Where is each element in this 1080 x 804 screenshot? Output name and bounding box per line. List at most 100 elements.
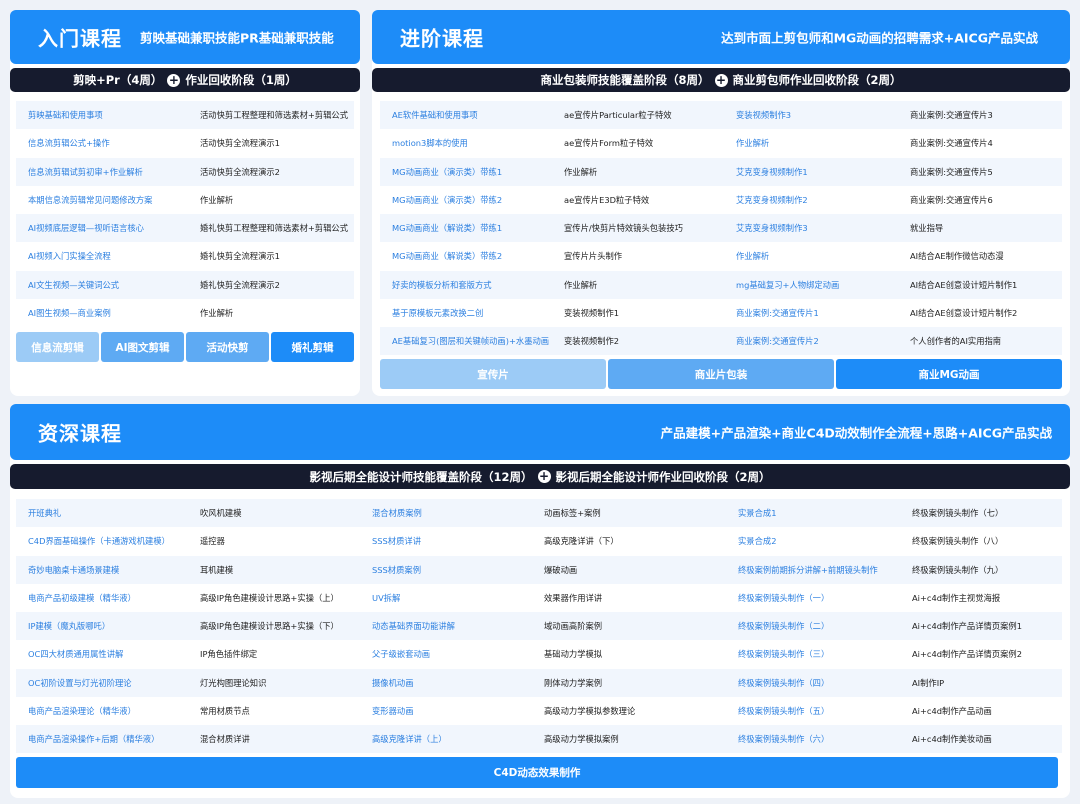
table-row: AE基础复习(图层和关键帧动画)+水墨动画 变装视频制作2 商业案例:交通宣传片2 个… xyxy=(380,327,1062,356)
course-link[interactable]: 终极案例镜头制作（六） xyxy=(726,733,900,745)
course-link[interactable]: 终极案例镜头制作（四） xyxy=(726,677,900,689)
course-item: 基础动力学模拟 xyxy=(544,649,603,660)
course-item: 婚礼快剪工程整理和筛选素材+剪辑公式 xyxy=(200,223,349,234)
table-row: AI图生视频—商业案例 作业解析 xyxy=(16,298,354,327)
course-link[interactable]: 艾克变身视频制作3 xyxy=(724,222,898,234)
course-link[interactable]: 信息流剪辑公式+操作 xyxy=(16,137,188,149)
course-item: 作业解析 xyxy=(564,166,598,177)
course-link[interactable]: 终极案例镜头制作（三） xyxy=(726,648,900,660)
course-link[interactable]: 艾克变身视频制作1 xyxy=(724,166,898,178)
course-item: AI结合AE创意设计短片制作1 xyxy=(910,279,1018,290)
course-link[interactable]: 商业案例:交通宣传片1 xyxy=(724,307,898,319)
senior-stage-b: 影视后期全能设计师作业回收阶段（2周） xyxy=(555,469,771,484)
course-link[interactable]: IP建模（魔丸版哪吒） xyxy=(16,620,188,632)
course-link[interactable]: 好卖的模板分析和套版方式 xyxy=(380,279,552,291)
course-link[interactable]: 商业案例:交通宣传片2 xyxy=(724,335,898,347)
course-item: 高级IP角色建模设计思路+实操（上） xyxy=(200,592,339,603)
course-link[interactable]: 终极案例镜头制作（五） xyxy=(726,705,900,717)
course-item: 终极案例镜头制作（八） xyxy=(912,536,1004,547)
course-link[interactable]: AI图生视频—商业案例 xyxy=(16,307,188,319)
course-link[interactable]: C4D界面基础操作（卡通游戏机建模） xyxy=(16,535,188,547)
plus-icon: + xyxy=(714,72,728,87)
plus-icon: + xyxy=(167,72,181,87)
advanced-category-button[interactable]: 商业MG动画 xyxy=(836,359,1062,389)
course-link[interactable]: 摄像机动画 xyxy=(360,677,532,689)
course-link[interactable]: 作业解析 xyxy=(724,137,898,149)
course-link[interactable]: 开班典礼 xyxy=(16,507,188,519)
course-item: IP角色插件绑定 xyxy=(200,649,258,660)
course-item: ae宣传片E3D粒子特效 xyxy=(564,194,650,205)
course-link[interactable]: MG动画商业（演示类）带练2 xyxy=(380,194,552,206)
course-link[interactable]: 艾克变身视频制作2 xyxy=(724,194,898,206)
course-link[interactable]: 本期信息流剪辑常见问题修改方案 xyxy=(16,194,188,206)
course-link[interactable]: 动态基础界面功能讲解 xyxy=(360,620,532,632)
course-link[interactable]: MG动画商业（解说类）带练1 xyxy=(380,222,552,234)
course-item: 高级IP角色建模设计思路+实操（下） xyxy=(200,621,339,632)
course-link[interactable]: OC四大材质通用属性讲解 xyxy=(16,648,188,660)
course-item: 作业解析 xyxy=(200,194,234,205)
course-item: 常用材质节点 xyxy=(200,705,250,716)
intro-stage-a: 剪映+Pr（4周） xyxy=(73,73,163,87)
course-link[interactable]: MG动画商业（解说类）带练2 xyxy=(380,250,552,262)
course-link[interactable]: MG动画商业（演示类）带练1 xyxy=(380,166,552,178)
course-link[interactable]: 电商产品渲染操作+后期（精华液） xyxy=(16,733,188,745)
table-row: motion3脚本的使用 ae宣传片Form粒子特效 作业解析 商业案例:交通宣传片4 xyxy=(380,129,1062,158)
table-row: AE软件基础和使用事项 ae宣传片Particular粒子特效 变装视频制作3 商业案… xyxy=(380,101,1062,130)
senior-category-button[interactable]: C4D动态效果制作 xyxy=(16,757,1058,788)
course-link[interactable]: OC初阶设置与灯光初阶理论 xyxy=(16,677,188,689)
course-link[interactable]: AI文生视频—关键词公式 xyxy=(16,279,188,291)
course-link[interactable]: 实景合成2 xyxy=(726,535,900,547)
course-link[interactable]: 电商产品初级建模（精华液） xyxy=(16,592,188,604)
course-item: 效果器作用详讲 xyxy=(544,592,603,603)
intro-header: 入门课程 剪映基础兼职技能PR基础兼职技能 xyxy=(10,10,360,64)
course-link[interactable]: 高级克隆详讲（上） xyxy=(360,733,532,745)
course-link[interactable]: 奇妙电脑桌卡通场景建模 xyxy=(16,564,188,576)
course-link[interactable]: UV拆解 xyxy=(360,592,532,604)
course-link[interactable]: 实景合成1 xyxy=(726,507,900,519)
course-link[interactable]: 剪映基础和使用事项 xyxy=(16,109,188,121)
intro-category-button[interactable]: 信息流剪辑 xyxy=(16,332,99,362)
advanced-category-button[interactable]: 商业片包装 xyxy=(608,359,834,389)
course-item: AI结合AE制作微信动态漫 xyxy=(910,251,1004,262)
course-link[interactable]: SSS材质案例 xyxy=(360,564,532,576)
table-row: 基于原模板元素改换二创 变装视频制作1 商业案例:交通宣传片1 AI结合AE创意设计短… xyxy=(380,298,1062,327)
course-link[interactable]: AE软件基础和使用事项 xyxy=(380,109,552,121)
course-link[interactable]: 基于原模板元素改换二创 xyxy=(380,307,552,319)
course-link[interactable]: 混合材质案例 xyxy=(360,507,532,519)
table-row: 好卖的模板分析和套版方式 作业解析 mg基础复习+人物绑定动画 AI结合AE创意设计短… xyxy=(380,270,1062,299)
table-row: MG动画商业（解说类）带练2 宣传片片头制作 作业解析 AI结合AE制作微信动态漫 xyxy=(380,242,1062,271)
senior-header: 资深课程 产品建模+产品渲染+商业C4D动效制作全流程+思路+AICG产品实战 xyxy=(10,404,1070,460)
course-link[interactable]: 父子级嵌套动画 xyxy=(360,648,532,660)
intro-category-button[interactable]: AI图文剪辑 xyxy=(101,332,184,362)
table-row: MG动画商业（演示类）带练1 作业解析 艾克变身视频制作1 商业案例:交通宣传片5 xyxy=(380,157,1062,186)
senior-title: 资深课程 xyxy=(38,421,122,446)
course-link[interactable]: 终极案例镜头制作（二） xyxy=(726,620,900,632)
course-link[interactable]: 电商产品渲染理论（精华液） xyxy=(16,705,188,717)
course-link[interactable]: SSS材质详讲 xyxy=(360,535,532,547)
course-item: AI制作IP xyxy=(912,677,945,688)
course-item: 高级动力学模拟案例 xyxy=(544,734,619,745)
course-item: Ai+c4d制作主视觉海报 xyxy=(912,592,1001,603)
course-link[interactable]: motion3脚本的使用 xyxy=(380,137,552,149)
senior-category-buttons: C4D动态效果制作 xyxy=(16,757,1058,788)
advanced-category-button[interactable]: 宣传片 xyxy=(380,359,606,389)
course-link[interactable]: 作业解析 xyxy=(724,250,898,262)
course-link[interactable]: AI视频入门实操全流程 xyxy=(16,250,188,262)
intro-course-table: 剪映基础和使用事项 活动快剪工程整理和筛选素材+剪辑公式 信息流剪辑公式+操作 活动快… xyxy=(16,101,354,327)
advanced-category-buttons: 宣传片 商业片包装 商业MG动画 xyxy=(380,359,1062,389)
course-item: 吹风机建模 xyxy=(200,508,242,519)
table-row: AI视频底层逻辑—视听语言核心 婚礼快剪工程整理和筛选素材+剪辑公式 xyxy=(16,214,354,243)
senior-stage-bar: 影视后期全能设计师技能覆盖阶段（12周） + 影视后期全能设计师作业回收阶段（2… xyxy=(10,464,1070,489)
course-link[interactable]: 终极案例镜头制作（一） xyxy=(726,592,900,604)
table-row: 剪映基础和使用事项 活动快剪工程整理和筛选素材+剪辑公式 xyxy=(16,101,354,130)
course-link[interactable]: AE基础复习(图层和关键帧动画)+水墨动画 xyxy=(380,335,552,347)
advanced-title: 进阶课程 xyxy=(400,26,484,51)
intro-category-button[interactable]: 婚礼剪辑 xyxy=(271,332,354,362)
course-link[interactable]: 变装视频制作3 xyxy=(724,109,898,121)
course-link[interactable]: 信息流剪辑试剪初审+作业解析 xyxy=(16,166,188,178)
course-link[interactable]: 终极案例前期拆分讲解+前期镜头制作 xyxy=(726,564,900,576)
course-link[interactable]: AI视频底层逻辑—视听语言核心 xyxy=(16,222,188,234)
course-link[interactable]: 变形器动画 xyxy=(360,705,532,717)
course-link[interactable]: mg基础复习+人物绑定动画 xyxy=(724,279,898,291)
intro-category-button[interactable]: 活动快剪 xyxy=(186,332,269,362)
